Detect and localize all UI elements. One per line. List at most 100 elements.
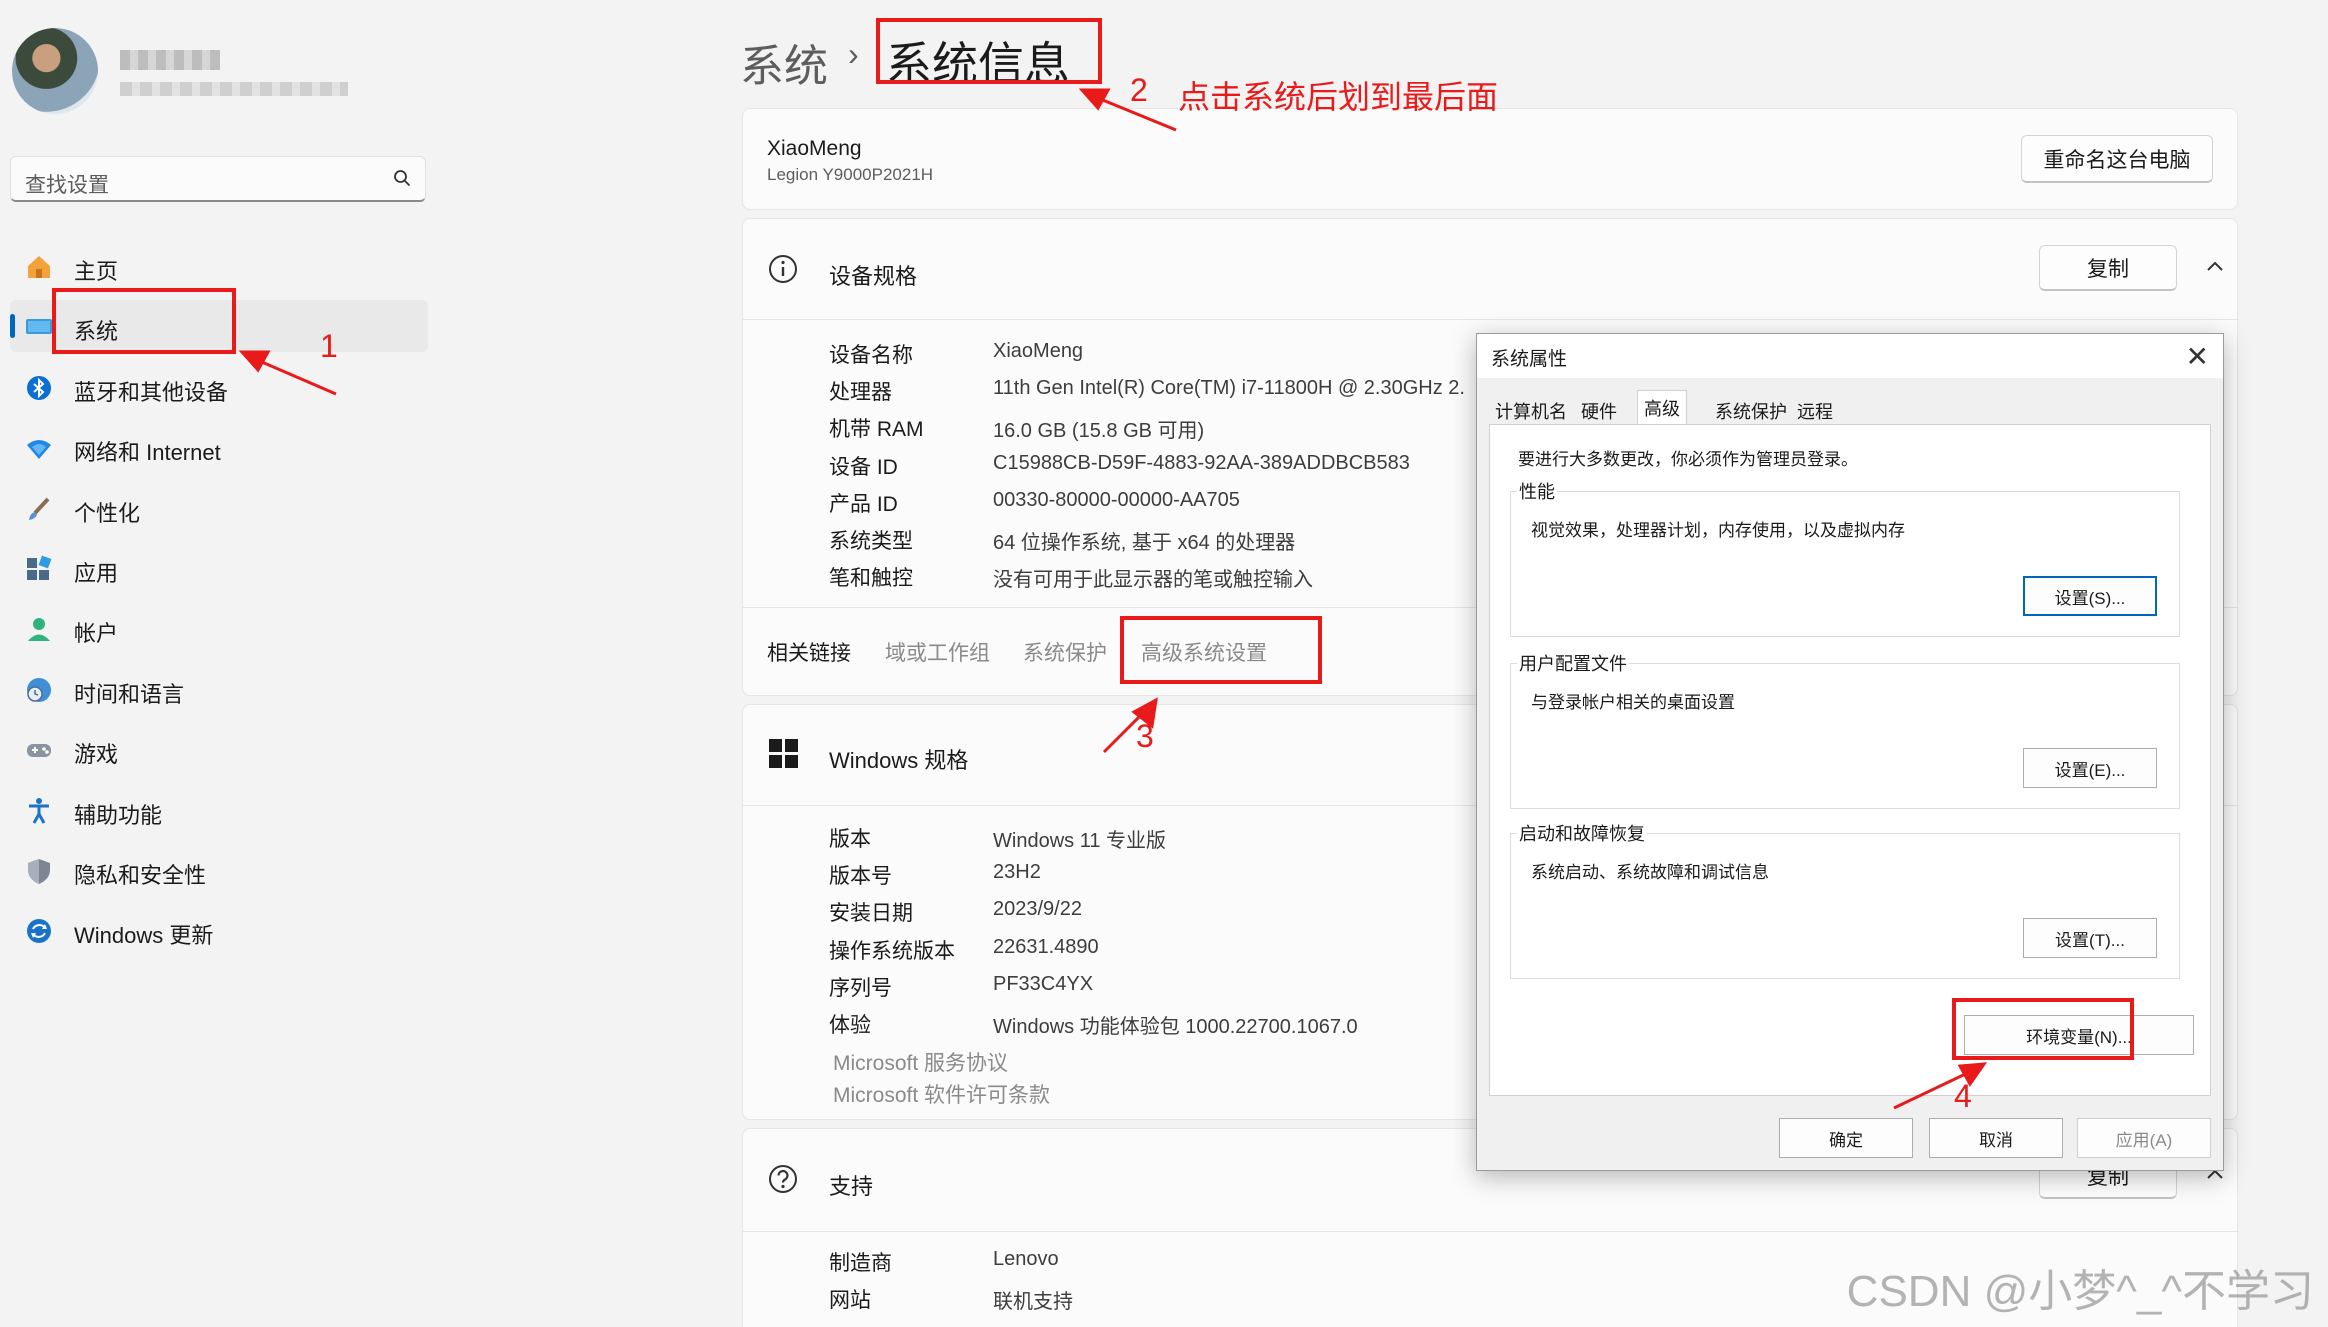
pc-name: XiaoMeng: [767, 137, 862, 160]
divider: [743, 1231, 2237, 1232]
spec-value: PF33C4YX: [993, 972, 1094, 995]
spec-label: 机带 RAM: [829, 418, 924, 442]
dialog-titlebar[interactable]: 系统属性 ✕: [1477, 334, 2223, 378]
breadcrumb-separator: ›: [848, 36, 859, 72]
search-icon: [394, 170, 411, 187]
user-profiles-settings-button[interactable]: 设置(E)...: [2023, 748, 2157, 788]
tab-system-protection[interactable]: 系统保护: [1709, 394, 1793, 424]
sidebar-item-label: 主页: [74, 259, 119, 284]
sidebar-item-globe-clock[interactable]: 时间和语言: [10, 663, 428, 715]
spec-value: Lenovo: [993, 1248, 1059, 1270]
windows-logo-icon: [769, 739, 798, 768]
link-domain-workgroup[interactable]: 域或工作组: [885, 637, 990, 667]
spec-value: 00330-80000-00000-AA705: [993, 488, 1240, 511]
spec-label: 版本: [829, 828, 871, 851]
sidebar-item-label: 网络和 Internet: [74, 440, 221, 466]
spec-label: 网站: [829, 1289, 871, 1313]
spec-value: XiaoMeng: [993, 340, 1084, 362]
sidebar-item-bluetooth[interactable]: 蓝牙和其他设备: [10, 361, 428, 413]
copy-device-specs-button[interactable]: 复制: [2039, 245, 2177, 291]
tab-hardware[interactable]: 硬件: [1575, 394, 1623, 424]
advanced-tab-panel: 要进行大多数更改，你必须作为管理员登录。 性能 视觉效果，处理器计划，内存使用，…: [1489, 424, 2211, 1096]
annotation-step-1: 1: [320, 328, 338, 364]
spec-value: 64 位操作系统, 基于 x64 的处理器: [993, 532, 1296, 554]
spec-label: 处理器: [829, 381, 892, 405]
device-specs-title: 设备规格: [829, 264, 918, 289]
startup-recovery-desc: 系统启动、系统故障和调试信息: [1531, 863, 1769, 882]
spec-value: 23H2: [993, 861, 1041, 884]
home-icon: [24, 252, 54, 282]
apply-button[interactable]: 应用(A): [2077, 1118, 2211, 1158]
spec-value: C15988CB-D59F-4883-92AA-389ADDBCB583: [993, 451, 1410, 474]
cancel-button[interactable]: 取消: [1929, 1118, 2063, 1158]
spec-value: Windows 功能体验包 1000.22700.1067.0: [993, 1016, 1358, 1038]
spec-label: 产品 ID: [829, 492, 898, 516]
account-icon: [24, 614, 54, 644]
spec-label: 序列号: [829, 976, 892, 1000]
sidebar-item-label: Windows 更新: [74, 923, 214, 949]
annotation-step-2: 2: [1130, 72, 1148, 108]
annotation-box-env-variables: [1952, 998, 2134, 1060]
annotation-box-system-info: [876, 18, 1102, 84]
sidebar-item-home[interactable]: 主页: [10, 240, 428, 292]
spec-value: 联机支持: [993, 1291, 1073, 1314]
sidebar-item-account[interactable]: 帐户: [10, 602, 428, 654]
sidebar-item-apps[interactable]: 应用: [10, 542, 428, 594]
sidebar-item-label: 个性化: [74, 500, 141, 526]
apps-icon: [24, 554, 54, 584]
search-input[interactable]: 查找设置: [10, 156, 426, 202]
avatar[interactable]: [12, 28, 98, 114]
network-icon: [24, 433, 54, 463]
spec-value: 没有可用于此显示器的笔或触控输入: [993, 569, 1313, 592]
spec-label: 笔和触控: [829, 567, 913, 591]
info-icon: [769, 255, 797, 283]
rename-pc-button[interactable]: 重命名这台电脑: [2021, 135, 2213, 183]
sidebar-item-label: 帐户: [74, 621, 119, 647]
link-ms-services-agreement[interactable]: Microsoft 服务协议: [833, 1047, 1008, 1077]
link-ms-license-terms[interactable]: Microsoft 软件许可条款: [833, 1079, 1050, 1109]
watermark: CSDN @小梦^_^不学习: [1846, 1267, 2314, 1316]
spec-label: 安装日期: [829, 902, 913, 926]
update-icon: [24, 916, 54, 946]
tab-advanced[interactable]: 高级: [1637, 390, 1687, 426]
sidebar-item-network[interactable]: 网络和 Internet: [10, 421, 428, 473]
pc-name-card: XiaoMeng Legion Y9000P2021H 重命名这台电脑: [742, 108, 2238, 210]
spec-label: 制造商: [829, 1252, 892, 1275]
startup-recovery-title: 启动和故障恢复: [1517, 820, 1647, 846]
support-title: 支持: [829, 1174, 874, 1199]
active-indicator: [10, 314, 15, 339]
brush-icon: [24, 494, 54, 524]
tab-computer-name[interactable]: 计算机名: [1489, 394, 1573, 424]
breadcrumb-parent[interactable]: 系统: [740, 30, 828, 94]
sidebar-item-update[interactable]: Windows 更新: [10, 904, 428, 956]
user-name-blurred: [120, 50, 220, 70]
sidebar-item-accessibility[interactable]: 辅助功能: [10, 784, 428, 836]
close-icon[interactable]: ✕: [2186, 340, 2209, 373]
performance-settings-button[interactable]: 设置(S)...: [2023, 576, 2157, 616]
windows-specs-title: Windows 规格: [829, 748, 969, 773]
sidebar-item-label: 辅助功能: [74, 802, 163, 828]
startup-recovery-settings-button[interactable]: 设置(T)...: [2023, 918, 2157, 958]
link-system-protection[interactable]: 系统保护: [1023, 637, 1107, 667]
tab-remote[interactable]: 远程: [1791, 394, 1839, 424]
help-icon: [769, 1165, 797, 1193]
user-profiles-title: 用户配置文件: [1517, 650, 1629, 676]
sidebar-item-gamepad[interactable]: 游戏: [10, 723, 428, 775]
dialog-title: 系统属性: [1491, 349, 1568, 370]
annotation-step-2-text: 点击系统后划到最后面: [1178, 79, 1499, 115]
shield-icon: [24, 856, 54, 886]
accessibility-icon: [24, 796, 54, 826]
pc-model: Legion Y9000P2021H: [767, 165, 934, 184]
globe-clock-icon: [24, 675, 54, 705]
spec-value: 22631.4890: [993, 935, 1099, 958]
divider: [743, 319, 2237, 320]
spec-value: 11th Gen Intel(R) Core(TM) i7-11800H @ 2…: [993, 377, 1465, 400]
performance-desc: 视觉效果，处理器计划，内存使用，以及虚拟内存: [1531, 521, 1905, 540]
annotation-step-3: 3: [1136, 718, 1154, 754]
chevron-up-icon[interactable]: [2205, 257, 2225, 277]
annotation-box-system: [52, 288, 236, 354]
sidebar-item-brush[interactable]: 个性化: [10, 482, 428, 534]
system-icon: [24, 312, 54, 342]
sidebar-item-shield[interactable]: 隐私和安全性: [10, 844, 428, 896]
ok-button[interactable]: 确定: [1779, 1118, 1913, 1158]
